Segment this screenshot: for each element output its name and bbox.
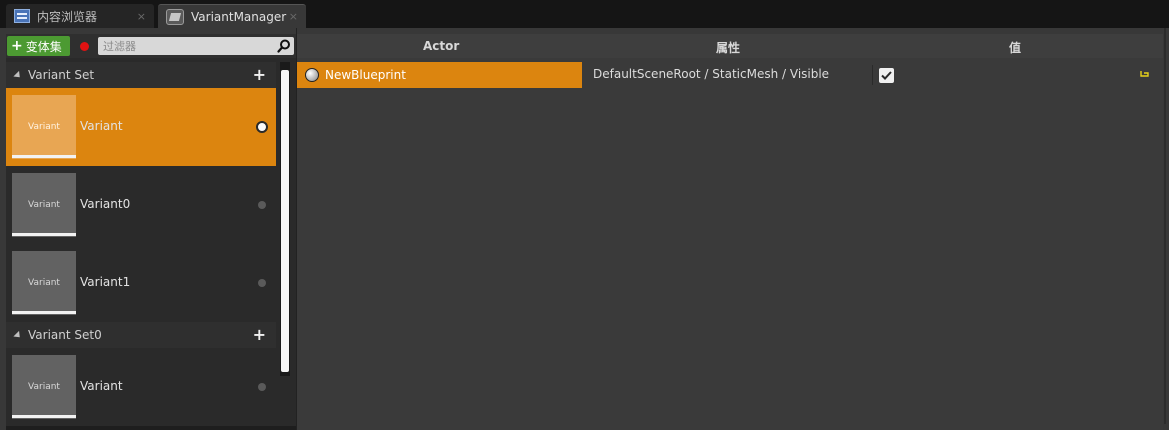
variant-manager-window: + 变体集 Variant Set + Variant <box>0 28 1169 430</box>
property-path: DefaultSceneRoot / StaticMesh / Visible <box>593 67 830 81</box>
variant-item[interactable]: Variant Variant0 <box>6 166 276 244</box>
variant-item[interactable]: Variant Variant <box>6 348 276 426</box>
variant-set-list: Variant Set + Variant Variant Variant Va… <box>6 62 276 430</box>
column-header-property[interactable]: 属性 <box>716 39 740 56</box>
variant-name: Variant <box>80 119 123 133</box>
thumbnail-underline <box>12 155 76 158</box>
reset-to-default-icon[interactable] <box>1140 70 1149 78</box>
collapse-triangle-icon[interactable] <box>13 70 23 80</box>
variant-toolbar: + 变体集 <box>6 34 296 58</box>
thumbnail-label: Variant <box>28 382 60 392</box>
thumbnail-label: Variant <box>28 278 60 288</box>
column-header-actor[interactable]: Actor <box>423 39 459 53</box>
vertical-scrollbar-thumb[interactable] <box>281 70 289 372</box>
search-icon[interactable] <box>277 39 291 53</box>
tab-label: VariantManager <box>191 9 287 24</box>
variant-name: Variant0 <box>80 197 131 211</box>
tab-label: 内容浏览器 <box>37 9 98 24</box>
variant-thumbnail: Variant <box>12 95 76 159</box>
thumbnail-label: Variant <box>28 122 60 132</box>
thumbnail-underline <box>12 233 76 236</box>
horizontal-scrollbar[interactable] <box>6 426 296 430</box>
variant-item[interactable]: Variant Variant <box>6 88 276 166</box>
tab-bar: 内容浏览器 × VariantManager × <box>0 0 1169 28</box>
visible-checkbox[interactable] <box>879 68 894 83</box>
variant-item[interactable]: Variant Variant1 <box>6 244 276 322</box>
close-icon[interactable]: × <box>137 10 146 23</box>
column-header-value[interactable]: 值 <box>1009 39 1021 56</box>
variant-thumbnail: Variant <box>12 173 76 237</box>
variant-set-title: Variant Set0 <box>28 328 102 342</box>
property-bindings-panel: Actor 属性 值 NewBlueprint DefaultSceneRoot… <box>297 34 1163 430</box>
content-browser-icon <box>14 9 30 23</box>
activate-variant-radio-icon[interactable] <box>258 279 266 287</box>
add-variant-button[interactable]: + <box>253 325 266 344</box>
right-panel-scrollbar[interactable] <box>1164 28 1166 424</box>
variant-thumbnail: Variant <box>12 355 76 419</box>
variant-set-title: Variant Set <box>28 68 95 82</box>
activate-variant-radio-icon[interactable] <box>258 201 266 209</box>
activate-variant-radio-icon[interactable] <box>256 121 268 133</box>
variant-set-header[interactable]: Variant Set + <box>6 62 276 88</box>
tab-variant-manager[interactable]: VariantManager × <box>158 4 306 28</box>
variant-thumbnail: Variant <box>12 251 76 315</box>
record-icon[interactable] <box>80 42 89 51</box>
thumbnail-underline <box>12 415 76 418</box>
variant-name: Variant1 <box>80 275 131 289</box>
close-icon[interactable]: × <box>289 10 298 23</box>
filter-input[interactable] <box>98 37 270 55</box>
plus-icon: + <box>11 38 23 54</box>
actor-sphere-icon <box>305 68 319 82</box>
variant-set-header[interactable]: Variant Set0 + <box>6 322 276 348</box>
actor-cell[interactable]: NewBlueprint <box>297 62 582 88</box>
collapse-triangle-icon[interactable] <box>13 330 23 340</box>
variant-name: Variant <box>80 379 123 393</box>
add-variant-set-button[interactable]: + 变体集 <box>7 36 70 56</box>
actor-name: NewBlueprint <box>325 68 406 82</box>
activate-variant-radio-icon[interactable] <box>258 383 266 391</box>
variant-manager-icon <box>166 8 184 25</box>
checkmark-icon <box>881 71 892 80</box>
column-headers: Actor 属性 值 <box>297 34 1163 58</box>
variant-sets-panel: + 变体集 Variant Set + Variant <box>6 34 296 430</box>
filter-box[interactable] <box>98 37 294 55</box>
thumbnail-underline <box>12 311 76 314</box>
add-variant-button[interactable]: + <box>253 65 266 84</box>
value-divider <box>872 65 873 85</box>
tab-content-browser[interactable]: 内容浏览器 × <box>6 4 154 28</box>
add-variant-set-label: 变体集 <box>25 39 62 54</box>
binding-row[interactable]: NewBlueprint DefaultSceneRoot / StaticMe… <box>297 62 1163 88</box>
thumbnail-label: Variant <box>28 200 60 210</box>
